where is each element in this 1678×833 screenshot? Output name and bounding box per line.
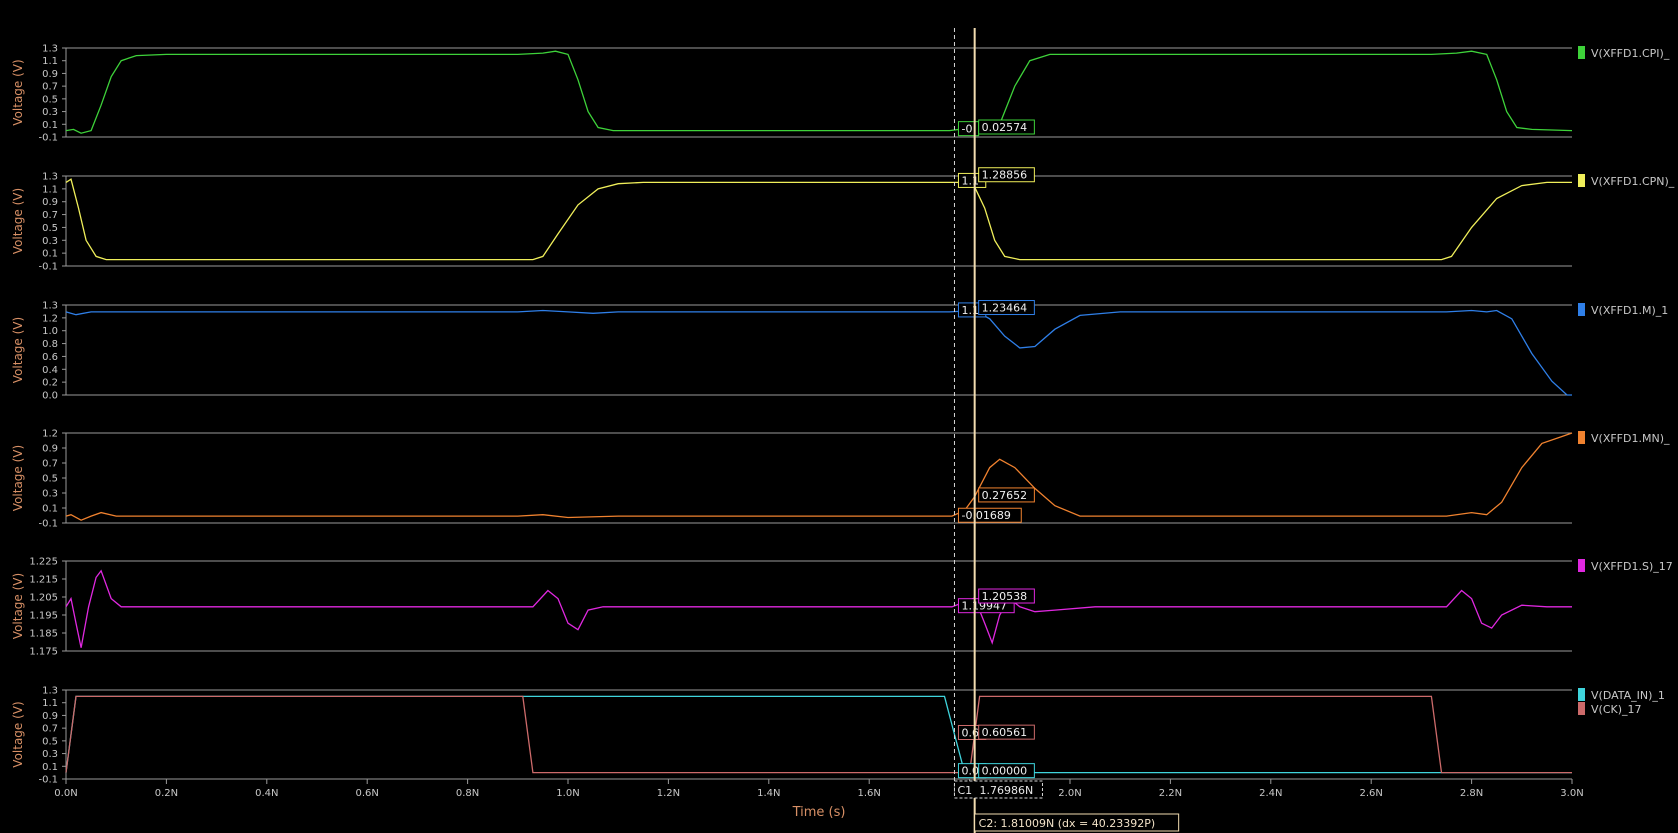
cursor-c2-readout[interactable]: C2: 1.81009N (dx = 40.23392P) [979, 817, 1156, 830]
legend-entry[interactable]: V(XFFD1.MN)_ [1591, 432, 1670, 445]
cursor-readout: 0.60561 [982, 726, 1028, 739]
y-axis-label: Voltage (V) [11, 188, 25, 254]
y-tick-label: 1.1 [42, 698, 58, 709]
y-tick-label: 1.1 [42, 56, 58, 67]
y-tick-label: 0.6 [42, 352, 58, 363]
x-tick-label: 1.0N [556, 788, 579, 799]
legend-entry[interactable]: V(XFFD1.CPN)_ [1591, 175, 1675, 188]
y-axis-label: Voltage (V) [11, 59, 25, 125]
y-tick-label: 0.9 [42, 444, 58, 455]
y-axis-label: Voltage (V) [11, 445, 25, 511]
y-tick-label: 1.0 [42, 326, 58, 337]
y-tick-label: -0.1 [38, 519, 58, 530]
y-axis-label: Voltage (V) [11, 317, 25, 383]
legend-swatch[interactable] [1578, 174, 1585, 187]
y-tick-label: -0.1 [38, 133, 58, 144]
cursor-readout: 0.0 [961, 765, 979, 778]
y-tick-label: 0.7 [42, 459, 58, 470]
legend-entry[interactable]: V(DATA_IN)_1 [1591, 689, 1665, 702]
y-axis-label: Voltage (V) [11, 573, 25, 639]
x-tick-label: 0.6N [356, 788, 379, 799]
y-tick-label: 0.9 [42, 711, 58, 722]
y-tick-label: 1.195 [29, 611, 58, 622]
y-tick-label: 1.3 [42, 44, 58, 55]
y-tick-label: 0.8 [42, 339, 58, 350]
y-tick-label: 1.225 [29, 557, 58, 568]
x-tick-label: 2.4N [1259, 788, 1282, 799]
x-tick-label: 0.0N [54, 788, 77, 799]
x-tick-label: 3.0N [1560, 788, 1583, 799]
y-tick-label: 0.3 [42, 107, 58, 118]
cursor-readout: -0 [961, 123, 972, 136]
y-tick-label: 1.2 [42, 313, 58, 324]
y-tick-label: 0.9 [42, 69, 58, 80]
cursor-readout: 1.28856 [982, 169, 1028, 182]
cursor-readout: 1.23464 [982, 302, 1028, 315]
x-tick-label: 2.8N [1460, 788, 1483, 799]
y-tick-label: 0.1 [42, 762, 58, 773]
y-tick-label: 0.7 [42, 210, 58, 221]
y-tick-label: 1.185 [29, 629, 58, 640]
cursor-readout: 1.1 [961, 304, 979, 317]
x-tick-label: 1.4N [757, 788, 780, 799]
y-tick-label: 0.5 [42, 736, 58, 747]
y-tick-label: 0.9 [42, 197, 58, 208]
cursor-c1-label[interactable]: C1 [957, 784, 972, 797]
y-axis-label: Voltage (V) [11, 701, 25, 767]
y-tick-label: 0.1 [42, 120, 58, 131]
y-tick-label: 1.3 [42, 686, 58, 697]
y-tick-label: 1.205 [29, 593, 58, 604]
legend-entry[interactable]: V(CK)_17 [1591, 703, 1642, 716]
y-tick-label: 1.1 [42, 184, 58, 195]
x-tick-label: 2.6N [1360, 788, 1383, 799]
legend-swatch[interactable] [1578, 688, 1585, 701]
legend-entry[interactable]: V(XFFD1.M)_1 [1591, 304, 1668, 317]
x-tick-label: 2.0N [1058, 788, 1081, 799]
x-tick-label: 0.4N [255, 788, 278, 799]
y-tick-label: -0.1 [38, 262, 58, 273]
x-tick-label: 2.2N [1159, 788, 1182, 799]
legend-entry[interactable]: V(XFFD1.CPI)_ [1591, 47, 1670, 60]
y-tick-label: 1.215 [29, 575, 58, 586]
y-tick-label: 0.1 [42, 504, 58, 515]
y-tick-label: 1.3 [42, 172, 58, 183]
x-tick-label: 1.6N [858, 788, 881, 799]
y-tick-label: 0.2 [42, 378, 58, 389]
legend-swatch[interactable] [1578, 431, 1585, 444]
waveform-viewer[interactable]: 1.31.10.90.70.50.30.1-0.1Voltage (V)V(XF… [0, 0, 1678, 833]
y-tick-label: 0.4 [42, 365, 58, 376]
y-tick-label: 0.5 [42, 474, 58, 485]
y-tick-label: -0.1 [38, 775, 58, 786]
y-tick-label: 0.3 [42, 489, 58, 500]
y-tick-label: 1.3 [42, 301, 58, 312]
cursor-readout: 0.00000 [982, 765, 1028, 778]
legend-swatch[interactable] [1578, 559, 1585, 572]
legend-swatch[interactable] [1578, 702, 1585, 715]
legend-swatch[interactable] [1578, 46, 1585, 59]
y-tick-label: 0.7 [42, 82, 58, 93]
legend-entry[interactable]: V(XFFD1.S)_17 [1591, 560, 1673, 573]
y-tick-label: 0.7 [42, 724, 58, 735]
x-tick-label: 0.2N [155, 788, 178, 799]
background [0, 0, 1678, 833]
y-tick-label: 0.3 [42, 236, 58, 247]
y-tick-label: 0.5 [42, 94, 58, 105]
legend-swatch[interactable] [1578, 303, 1585, 316]
cursor-c1-readout[interactable]: 1.76986N [979, 784, 1033, 797]
cursor-readout: 1.20538 [982, 590, 1028, 603]
cursor-readout: 0.02574 [982, 121, 1028, 134]
y-tick-label: 0.5 [42, 223, 58, 234]
x-axis-label: Time (s) [792, 805, 846, 820]
x-tick-label: 1.2N [657, 788, 680, 799]
y-tick-label: 0.0 [42, 391, 58, 402]
cursor-readout: 1.1 [961, 174, 979, 187]
cursor-readout: 0.27652 [982, 489, 1028, 502]
y-tick-label: 0.1 [42, 249, 58, 260]
cursor-readout: -0.01689 [961, 509, 1010, 522]
y-tick-label: 1.175 [29, 647, 58, 658]
x-tick-label: 0.8N [456, 788, 479, 799]
y-tick-label: 1.2 [42, 429, 58, 440]
cursor-readout: 0.6 [961, 727, 979, 740]
y-tick-label: 0.3 [42, 749, 58, 760]
